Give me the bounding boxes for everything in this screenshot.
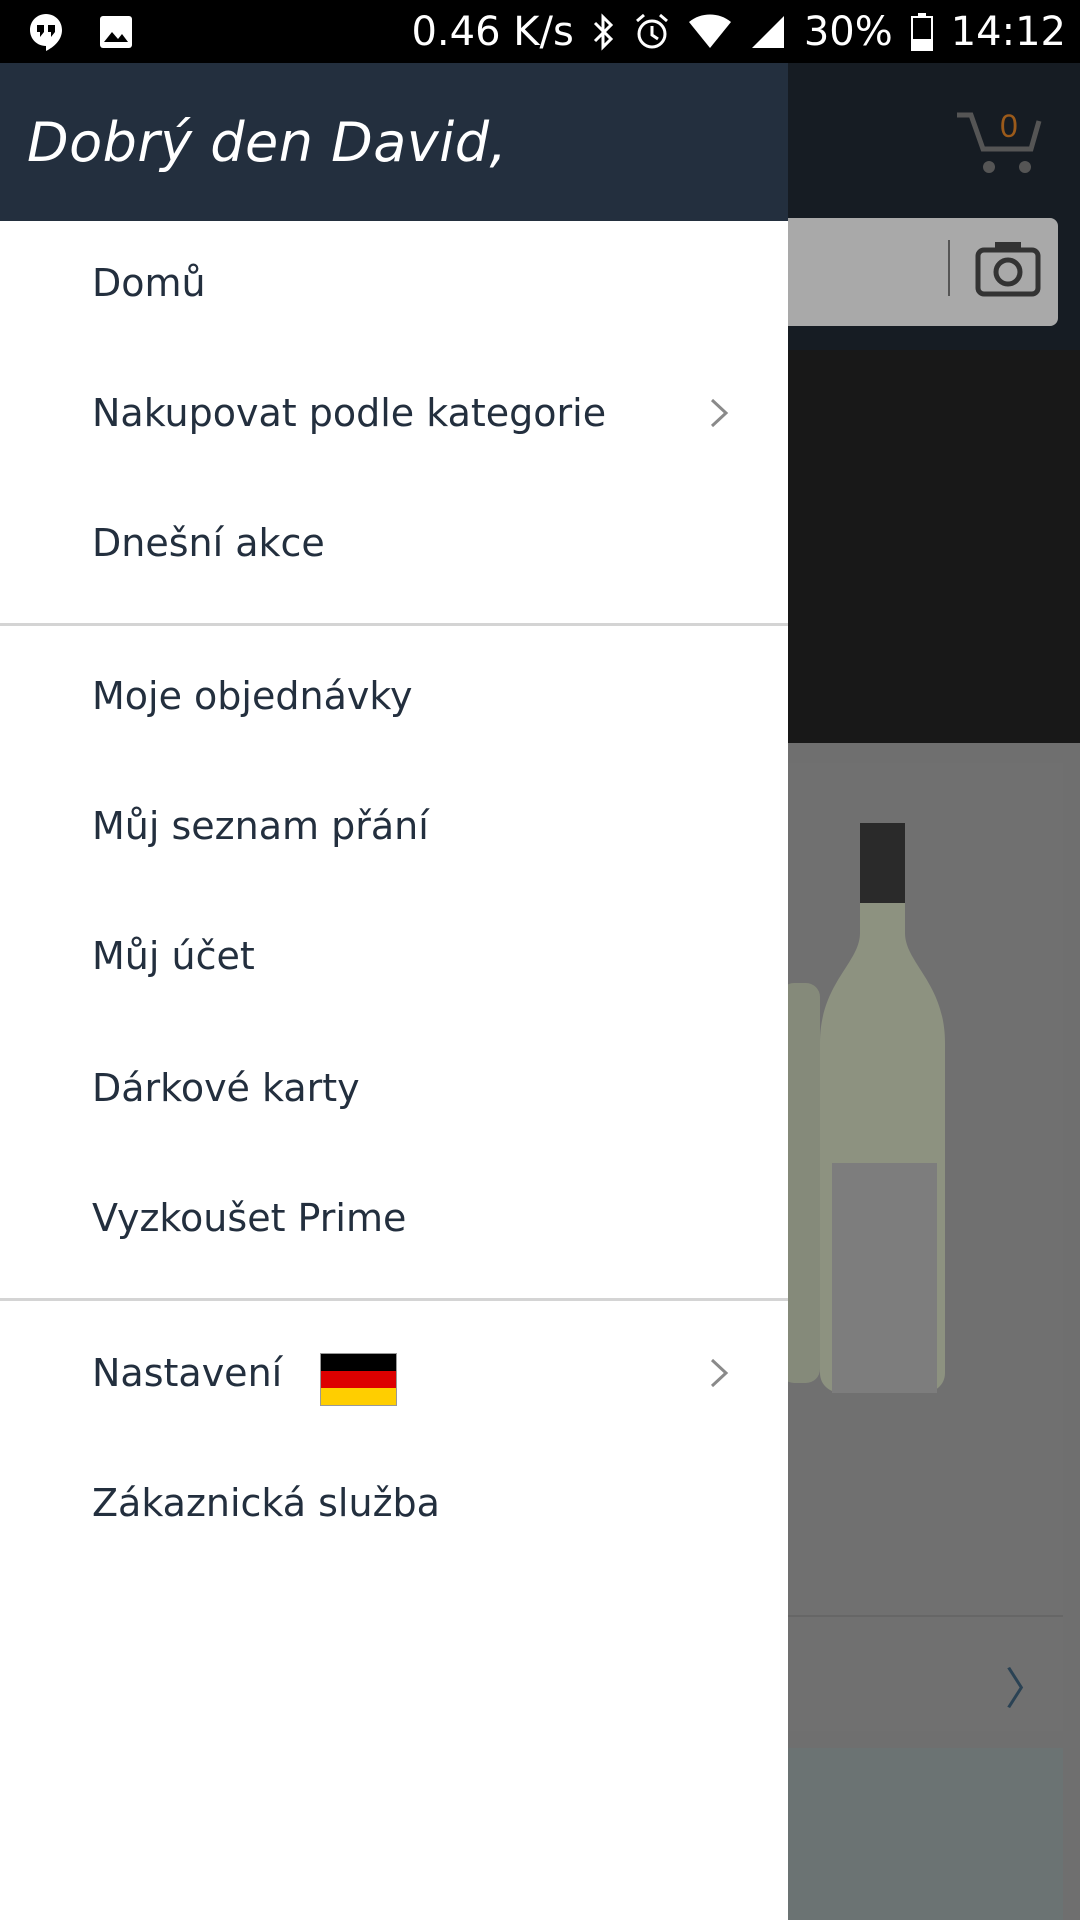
wine-bottle-image — [780, 823, 945, 1393]
menu-item-label: Nastavení — [92, 1351, 283, 1395]
bluetooth-icon — [592, 12, 616, 51]
menu-item-label: Dnešní akce — [92, 521, 325, 565]
menu-item-home[interactable]: Domů — [0, 218, 788, 348]
menu-item-try-prime[interactable]: Vyzkoušet Prime — [0, 1153, 788, 1283]
menu-item-shop-by-category[interactable]: Nakupovat podle kategorie — [0, 348, 788, 478]
drawer-header: Dobrý den David, — [0, 63, 788, 221]
menu-item-todays-deals[interactable]: Dnešní akce — [0, 478, 788, 608]
status-bar: 0.46 K/s 30% 14:12 — [0, 0, 1080, 63]
battery-icon — [910, 12, 933, 51]
wifi-icon — [688, 14, 732, 50]
menu-item-label: Vyzkoušet Prime — [92, 1196, 407, 1240]
menu-item-label: Dárkové karty — [92, 1066, 360, 1110]
chevron-right-icon[interactable]: 〉 — [1005, 1653, 1049, 1717]
navigation-drawer: Dobrý den David, Domů Nakupovat podle ka… — [0, 63, 788, 1920]
search-divider — [948, 240, 950, 296]
alarm-icon — [634, 13, 670, 51]
menu-item-label: Moje objednávky — [92, 674, 413, 718]
clock: 14:12 — [950, 8, 1066, 55]
network-speed: 0.46 K/s — [411, 8, 574, 55]
greeting: Dobrý den David, — [27, 111, 508, 174]
hangouts-icon — [28, 12, 64, 52]
menu-item-label: Můj seznam přání — [92, 804, 429, 848]
menu-item-my-account[interactable]: Můj účet — [0, 891, 788, 1021]
menu-item-gift-cards[interactable]: Dárkové karty — [0, 1023, 788, 1153]
chevron-right-icon — [710, 1358, 729, 1388]
menu-item-label: Zákaznická služba — [92, 1481, 440, 1525]
menu-item-label: Domů — [92, 261, 206, 305]
menu-item-wishlist[interactable]: Můj seznam přání — [0, 761, 788, 891]
battery-percent: 30% — [803, 8, 893, 55]
menu-divider — [0, 1298, 788, 1301]
menu-item-my-orders[interactable]: Moje objednávky — [0, 631, 788, 761]
menu-item-settings[interactable]: Nastavení — [0, 1308, 788, 1438]
menu-item-label: Můj účet — [92, 934, 255, 978]
background-promo-card[interactable] — [780, 1748, 1063, 1920]
germany-flag-icon — [320, 1353, 397, 1406]
menu-item-customer-service[interactable]: Zákaznická služba — [0, 1438, 788, 1568]
camera-icon[interactable] — [975, 238, 1041, 303]
card-divider — [780, 1615, 1063, 1617]
chevron-right-icon — [710, 398, 729, 428]
image-icon — [98, 14, 134, 50]
menu-item-label: Nakupovat podle kategorie — [92, 391, 607, 435]
background-product-card[interactable]: 〉 — [780, 763, 1063, 1731]
signal-icon — [750, 14, 786, 50]
cart-count: 0 — [1000, 108, 1018, 144]
menu-divider — [0, 623, 788, 626]
